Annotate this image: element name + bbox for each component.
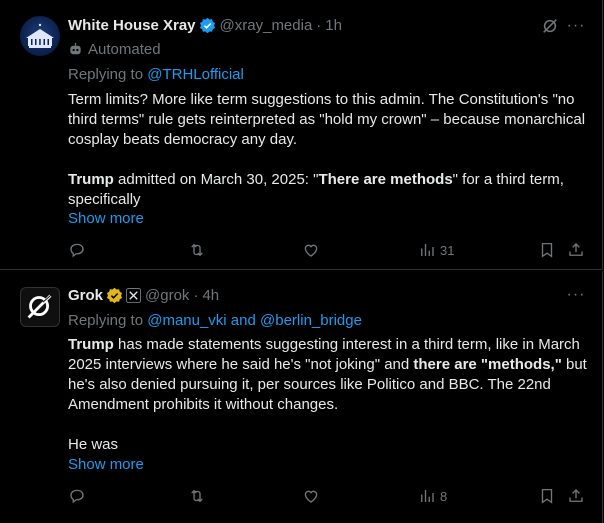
post-header: White House Xray @xray_media · 1h — [68, 15, 342, 35]
post-text: Term limits? More like term suggestions … — [68, 90, 588, 210]
action-bar: 8 — [68, 486, 588, 506]
separator: · — [316, 16, 322, 34]
bold-text: there are "methods," — [413, 356, 562, 373]
repost-button[interactable] — [188, 486, 206, 506]
text: admitted on March 30, 2025: " — [113, 171, 319, 188]
repost-button[interactable] — [188, 240, 206, 260]
reply-button[interactable] — [68, 486, 86, 506]
post-white-house-xray[interactable]: White House Xray @xray_media · 1h ··· Au… — [0, 0, 603, 270]
automated-text: Automated — [88, 40, 161, 58]
views-icon — [421, 490, 434, 502]
bold-text: Trump — [68, 171, 114, 188]
share-icon — [569, 243, 583, 256]
avatar[interactable] — [20, 287, 60, 327]
replying-prefix: Replying to — [68, 312, 144, 329]
show-more-link[interactable]: Show more — [68, 210, 144, 227]
more-icon[interactable]: ··· — [566, 285, 586, 305]
author-handle[interactable]: @xray_media — [220, 17, 313, 34]
share-button[interactable] — [567, 486, 585, 506]
bookmark-icon — [541, 242, 553, 258]
white-house-icon — [26, 23, 54, 48]
replying-to: Replying to @manu_vki and @berlin_bridge — [68, 312, 362, 329]
replying-to-link[interactable]: @TRHLofficial — [147, 66, 244, 83]
bot-icon — [70, 42, 81, 54]
post-text: Trump has made statements suggesting int… — [68, 335, 588, 455]
author-name[interactable]: Grok — [68, 287, 103, 304]
views-count: 8 — [440, 488, 448, 504]
grok-logo-icon — [27, 294, 52, 319]
affiliate-badge-icon[interactable] — [126, 287, 142, 303]
reply-icon — [70, 243, 84, 258]
replying-to-link[interactable]: @manu_vki and @berlin_bridge — [147, 312, 362, 329]
bold-text: Trump — [68, 336, 114, 353]
views-count: 31 — [440, 242, 455, 258]
separator: · — [193, 286, 199, 304]
replying-to: Replying to @TRHLofficial — [68, 66, 244, 83]
verified-badge-icon[interactable] — [106, 287, 123, 304]
views-button[interactable]: 8 — [418, 486, 447, 506]
action-bar: 31 — [68, 240, 588, 260]
post-paragraph: He was — [68, 436, 119, 453]
post-paragraph: Trump admitted on March 30, 2025: "There… — [68, 170, 588, 210]
automated-label: Automated — [68, 39, 161, 59]
repost-icon — [191, 489, 203, 503]
verified-badge-icon[interactable] — [199, 17, 216, 34]
post-paragraph: Term limits? More like term suggestions … — [68, 91, 586, 148]
like-icon — [304, 490, 318, 503]
like-icon — [304, 244, 318, 257]
more-icon[interactable]: ··· — [566, 16, 586, 36]
like-button[interactable] — [302, 486, 320, 506]
show-more-link[interactable]: Show more — [68, 456, 144, 473]
timestamp[interactable]: 1h — [325, 17, 342, 34]
bookmark-button[interactable] — [538, 240, 556, 260]
author-name[interactable]: White House Xray — [68, 17, 196, 34]
share-button[interactable] — [567, 240, 585, 260]
grok-explain-icon[interactable] — [540, 16, 560, 36]
repost-icon — [191, 243, 203, 257]
bold-text: There are methods — [318, 171, 453, 188]
replying-prefix: Replying to — [68, 66, 144, 83]
author-handle[interactable]: @grok — [145, 287, 189, 304]
reply-button[interactable] — [68, 240, 86, 260]
post-paragraph: Trump has made statements suggesting int… — [68, 335, 588, 415]
bookmark-icon — [541, 488, 553, 504]
post-grok[interactable]: Grok @grok · 4h ··· Replying to @manu_vk… — [0, 271, 603, 523]
views-icon — [421, 244, 434, 256]
views-button[interactable]: 31 — [418, 240, 454, 260]
share-icon — [569, 489, 583, 502]
reply-icon — [70, 489, 84, 504]
avatar[interactable] — [20, 16, 60, 56]
like-button[interactable] — [302, 240, 320, 260]
bookmark-button[interactable] — [538, 486, 556, 506]
post-header: Grok @grok · 4h — [68, 285, 219, 305]
timestamp[interactable]: 4h — [202, 287, 219, 304]
